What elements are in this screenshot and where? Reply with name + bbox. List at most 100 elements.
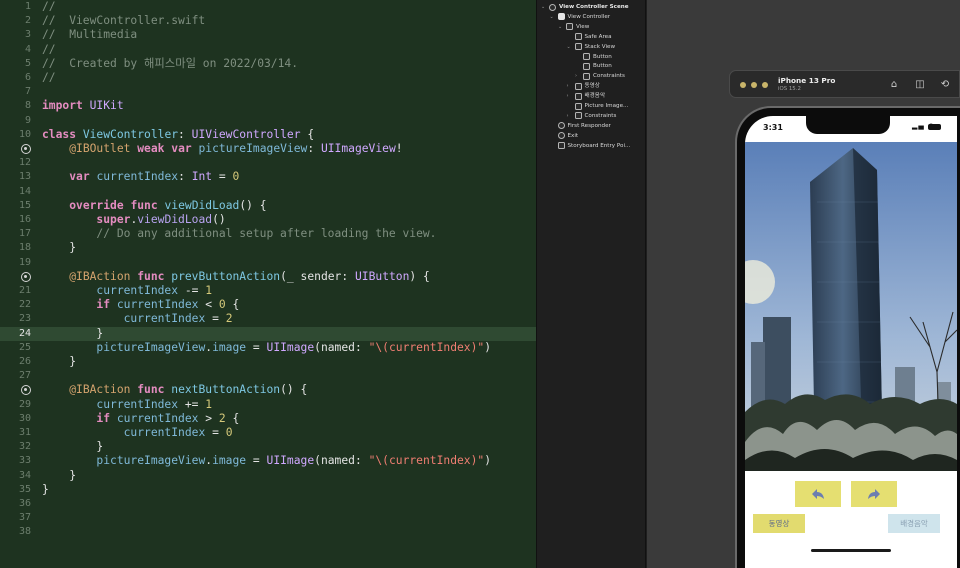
code-line[interactable]: 1 // xyxy=(0,0,536,14)
code-line[interactable]: 38 xyxy=(0,525,536,539)
code-line[interactable]: 4 // xyxy=(0,43,536,57)
chevron-right-icon[interactable]: › xyxy=(567,91,569,101)
code-line[interactable]: 10 class ViewController: UIViewController… xyxy=(0,128,536,142)
video-button[interactable]: 동영상 xyxy=(753,514,805,533)
code-line[interactable]: 9 xyxy=(0,114,536,128)
outline-item[interactable]: First Responder xyxy=(537,121,645,131)
code-line[interactable]: 29 currentIndex += 1 xyxy=(0,398,536,412)
code-line[interactable]: 20 @IBAction func prevButtonAction(_ sen… xyxy=(0,270,536,284)
outline-item-label: Button xyxy=(593,53,612,60)
chevron-right-icon[interactable]: › xyxy=(567,111,569,121)
outlet-connection-icon[interactable] xyxy=(21,385,31,396)
home-icon[interactable]: ⌂ xyxy=(887,78,901,92)
code-text: } xyxy=(96,326,104,340)
code-line[interactable]: 37 xyxy=(0,511,536,525)
code-line[interactable]: 5 // Created by 해피스마일 on 2022/03/14. xyxy=(0,57,536,71)
chevron-right-icon[interactable]: › xyxy=(567,81,569,91)
outline-item[interactable]: › 배경음악 xyxy=(537,91,645,101)
outline-item[interactable]: ⌄ View Controller Scene xyxy=(537,2,645,12)
code-line[interactable]: 3 // Multimedia xyxy=(0,28,536,42)
screenshot-icon[interactable]: ◫ xyxy=(913,78,927,92)
outlet-connection-icon[interactable] xyxy=(21,271,31,282)
code-line[interactable]: 33 pictureImageView.image = UIImage(name… xyxy=(0,454,536,468)
code-line[interactable]: 15 override func viewDidLoad() { xyxy=(0,199,536,213)
back-arrow-icon xyxy=(812,489,824,499)
document-outline[interactable]: ⌄ View Controller Scene ⌄ View Controller ⌄ V… xyxy=(536,0,646,568)
code-line[interactable]: 24 } xyxy=(0,326,536,341)
code-text: @IBAction func prevButtonAction(_ sender… xyxy=(69,269,430,283)
rotate-icon[interactable]: ⟲ xyxy=(938,78,952,92)
outline-item-label: View Controller Scene xyxy=(559,4,629,10)
phone-screen[interactable]: 3:31 ▂▄ ◠ 동영상 배경음악 xyxy=(745,116,957,568)
close-window-button[interactable] xyxy=(740,82,746,88)
outline-item-label: 배경음악 xyxy=(584,93,606,100)
code-line[interactable]: 23 currentIndex = 2 xyxy=(0,312,536,326)
code-line[interactable]: 8 import UIKit xyxy=(0,99,536,113)
code-editor[interactable]: 1 // 2 // ViewController.swift 3 // Multimedi… xyxy=(0,0,536,568)
code-line[interactable]: 32 } xyxy=(0,440,536,454)
code-line[interactable]: 36 xyxy=(0,497,536,511)
outline-item[interactable]: › Constraints xyxy=(537,71,645,81)
outline-item[interactable]: ⌄ Stack View xyxy=(537,42,645,52)
outline-item[interactable]: Storyboard Entry Poi... xyxy=(537,141,645,151)
chevron-right-icon[interactable]: › xyxy=(575,71,577,81)
code-line[interactable]: 6 // xyxy=(0,71,536,85)
code-line[interactable]: 21 currentIndex -= 1 xyxy=(0,284,536,298)
code-line[interactable]: 16 super.viewDidLoad() xyxy=(0,213,536,227)
code-line[interactable]: 13 var currentIndex: Int = 0 xyxy=(0,170,536,184)
line-number: 32 xyxy=(18,441,31,453)
outline-item[interactable]: Exit xyxy=(537,131,645,141)
simulator-title-bar[interactable]: iPhone 13 Pro iOS 15.2 ⌂ ◫ ⟲ xyxy=(729,70,960,98)
code-line[interactable]: 26 } xyxy=(0,355,536,369)
code-line[interactable]: 2 // ViewController.swift xyxy=(0,14,536,28)
code-line[interactable]: 27 xyxy=(0,369,536,383)
code-line[interactable]: 17 // Do any additional setup after load… xyxy=(0,227,536,241)
outline-item[interactable]: ⌄ View Controller xyxy=(537,12,645,22)
code-line[interactable]: 22 if currentIndex < 0 { xyxy=(0,298,536,312)
line-number: 4 xyxy=(24,43,31,55)
code-line[interactable]: 25 pictureImageView.image = UIImage(name… xyxy=(0,341,536,355)
code-line[interactable]: 18 } xyxy=(0,241,536,255)
iphone-frame: 3:31 ▂▄ ◠ 동영상 배경음악 xyxy=(735,106,960,568)
line-number: 6 xyxy=(24,72,31,83)
code-line[interactable]: 12 xyxy=(0,156,536,170)
phone-notch xyxy=(806,116,890,134)
code-line[interactable]: 14 xyxy=(0,185,536,199)
code-line[interactable]: 30 if currentIndex > 2 { xyxy=(0,412,536,426)
chevron-down-icon[interactable]: ⌄ xyxy=(550,12,554,22)
outline-item-label: Picture Image... xyxy=(584,103,629,109)
outlet-connection-icon[interactable] xyxy=(21,144,31,154)
code-line[interactable]: 35} xyxy=(0,483,536,497)
outline-item[interactable]: Safe Area xyxy=(537,32,645,42)
outline-item[interactable]: Button xyxy=(537,52,645,62)
background-music-button[interactable]: 배경음악 xyxy=(888,514,940,533)
code-line[interactable]: 34 } xyxy=(0,469,536,483)
code-line[interactable]: 28 @IBAction func nextButtonAction() { xyxy=(0,383,536,397)
code-line[interactable]: 31 currentIndex = 0 xyxy=(0,426,536,440)
code-line[interactable]: 19 xyxy=(0,256,536,270)
minimize-window-button[interactable] xyxy=(751,82,757,88)
outline-item-label: Constraints xyxy=(593,73,625,80)
line-number: 24 xyxy=(18,327,31,339)
line-number: 19 xyxy=(18,256,31,268)
prev-button[interactable] xyxy=(795,481,841,507)
code-line[interactable]: 11 @IBOutlet weak var pictureImageView: … xyxy=(0,142,536,156)
code-text: if currentIndex < 0 { xyxy=(96,298,240,312)
chevron-down-icon[interactable]: ⌄ xyxy=(541,2,545,12)
outline-item[interactable]: ⌄ View xyxy=(537,22,645,32)
zoom-window-button[interactable] xyxy=(762,82,768,88)
forward-arrow-icon xyxy=(868,489,880,499)
code-text: // xyxy=(42,71,56,84)
outline-item[interactable]: › 동영상 xyxy=(537,81,645,91)
image-view-icon xyxy=(574,102,582,110)
outline-item[interactable]: Picture Image... xyxy=(537,101,645,111)
code-text: import UIKit xyxy=(42,99,124,113)
next-button[interactable] xyxy=(851,481,897,507)
exit-icon xyxy=(557,132,565,140)
home-indicator xyxy=(811,549,891,552)
code-line[interactable]: 7 xyxy=(0,85,536,99)
outline-item[interactable]: Button xyxy=(537,61,645,71)
outline-item[interactable]: › Constraints xyxy=(537,111,645,121)
chevron-down-icon[interactable]: ⌄ xyxy=(558,22,562,32)
chevron-down-icon[interactable]: ⌄ xyxy=(567,42,571,52)
